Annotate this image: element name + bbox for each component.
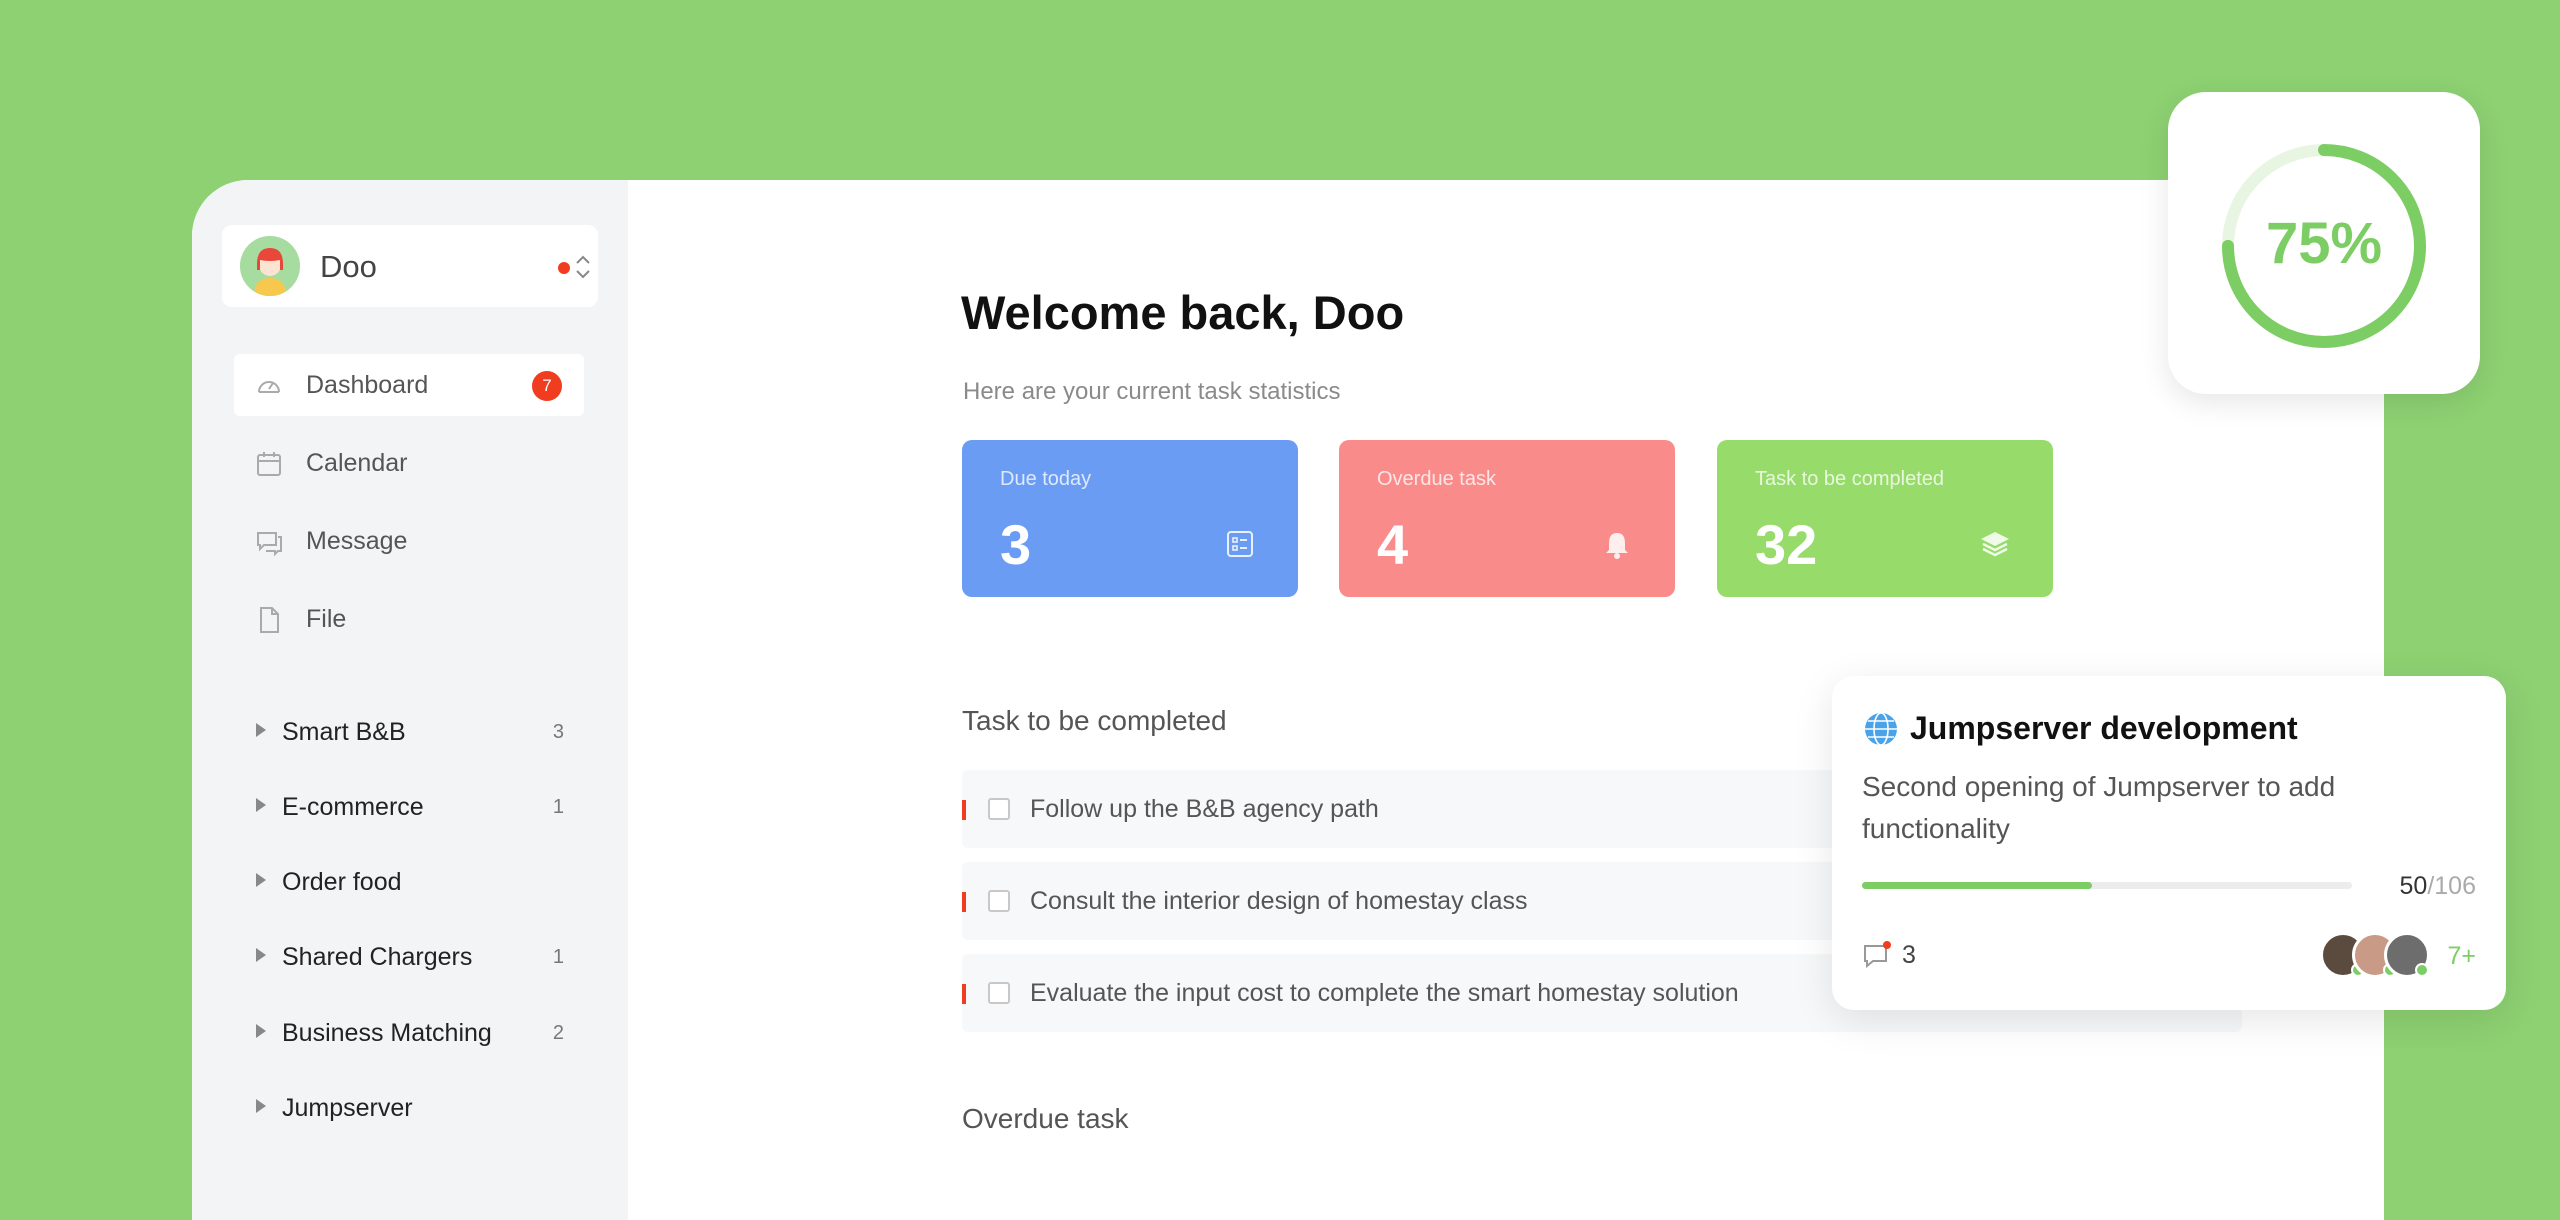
task-text: Consult the interior design of homestay … — [1030, 887, 1528, 915]
dashboard-icon — [258, 381, 280, 393]
stat-card-overdue[interactable]: Overdue task 4 — [1339, 440, 1675, 597]
notification-dot — [558, 262, 570, 274]
project-label: E-commerce — [282, 793, 424, 821]
project-item-jumpserver[interactable]: Jumpserver — [254, 1086, 574, 1130]
nav-label: Calendar — [306, 449, 408, 477]
caret-right-icon — [256, 723, 266, 737]
nav-item-file[interactable]: File — [234, 588, 584, 650]
avatar — [240, 236, 300, 296]
avatar — [2384, 932, 2430, 978]
caret-right-icon — [256, 1099, 266, 1113]
globe-icon — [1865, 712, 1897, 746]
project-label: Shared Chargers — [282, 943, 473, 971]
caret-right-icon — [256, 1024, 266, 1038]
nav-label: Dashboard — [306, 371, 429, 399]
project-item-order-food[interactable]: Order food — [254, 860, 574, 904]
caret-right-icon — [256, 948, 266, 962]
task-text: Evaluate the input cost to complete the … — [1030, 979, 1739, 1007]
nav-item-calendar[interactable]: Calendar — [234, 432, 584, 494]
user-name: Doo — [320, 249, 377, 284]
project-item-business-matching[interactable]: Business Matching 2 — [254, 1011, 574, 1055]
nav-item-dashboard[interactable]: Dashboard 7 — [234, 354, 584, 416]
progress-widget: 75% — [2168, 92, 2480, 394]
stat-value: 32 — [1755, 513, 1818, 576]
layers-icon — [1981, 532, 2009, 557]
nav-item-message[interactable]: Message — [234, 510, 584, 572]
message-icon — [257, 532, 282, 557]
project-label: Business Matching — [282, 1019, 492, 1047]
caret-right-icon — [256, 873, 266, 887]
stat-label: Due today — [1000, 468, 1092, 490]
member-avatars[interactable] — [2320, 932, 2430, 978]
priority-marker — [962, 984, 966, 1004]
stat-value: 4 — [1377, 513, 1409, 576]
tasks-done: 50 — [2399, 872, 2428, 900]
stat-label: Overdue task — [1377, 468, 1496, 490]
project-count: 1 — [552, 796, 564, 818]
nav-label: File — [306, 605, 347, 633]
task-text: Follow up the B&B agency path — [1030, 795, 1379, 823]
calendar-icon — [257, 452, 281, 476]
priority-marker — [962, 800, 966, 820]
page-subtitle: Here are your current task statistics — [963, 378, 1341, 405]
stat-value: 3 — [1000, 513, 1032, 576]
page-title: Welcome back, Doo — [961, 286, 1405, 339]
project-progress-bar — [1862, 882, 2352, 889]
section-title-overdue: Overdue task — [962, 1103, 1129, 1134]
task-checkbox[interactable] — [988, 890, 1010, 912]
sidebar: Doo Dashboard 7 Calendar Message File Sm… — [192, 180, 628, 1220]
task-checkbox[interactable] — [988, 982, 1010, 1004]
project-label: Jumpserver — [282, 1094, 413, 1122]
comment-count: 3 — [1902, 941, 1916, 969]
tasks-total: /106 — [2427, 872, 2476, 900]
project-count: 2 — [552, 1022, 564, 1044]
project-item-e-commerce[interactable]: E-commerce 1 — [254, 785, 574, 829]
project-item-shared-chargers[interactable]: Shared Chargers 1 — [254, 935, 574, 979]
user-switcher[interactable]: Doo — [222, 225, 598, 307]
caret-right-icon — [256, 798, 266, 812]
project-count: 3 — [552, 721, 564, 743]
stat-label: Task to be completed — [1755, 468, 1944, 490]
chevron-up-down-icon[interactable] — [574, 252, 592, 282]
online-indicator — [2415, 963, 2429, 977]
project-item-smart-bnb[interactable]: Smart B&B 3 — [254, 710, 574, 754]
project-description: Second opening of Jumpserver to add func… — [1862, 771, 2336, 844]
file-icon — [260, 607, 279, 633]
stat-card-to-complete[interactable]: Task to be completed 32 — [1717, 440, 2053, 597]
checklist-icon — [1227, 531, 1253, 557]
project-progress-fill — [1862, 882, 2093, 889]
project-count: 1 — [552, 946, 564, 968]
bell-icon — [1606, 533, 1628, 559]
progress-percent: 75% — [2265, 211, 2383, 276]
project-title: Jumpserver development — [1910, 710, 2298, 746]
project-label: Smart B&B — [282, 718, 406, 746]
project-card[interactable]: Jumpserver development Second opening of… — [1832, 676, 2506, 1010]
section-title-todo: Task to be completed — [962, 705, 1227, 736]
priority-marker — [962, 892, 966, 912]
task-checkbox[interactable] — [988, 798, 1010, 820]
nav-label: Message — [306, 527, 408, 555]
dashboard-badge: 7 — [532, 371, 562, 401]
more-members[interactable]: 7+ — [2447, 942, 2476, 971]
comment-icon[interactable] — [1862, 940, 1892, 970]
project-task-count: 50/106 — [2400, 872, 2476, 901]
project-label: Order food — [282, 868, 402, 896]
stat-card-due-today[interactable]: Due today 3 — [962, 440, 1298, 597]
